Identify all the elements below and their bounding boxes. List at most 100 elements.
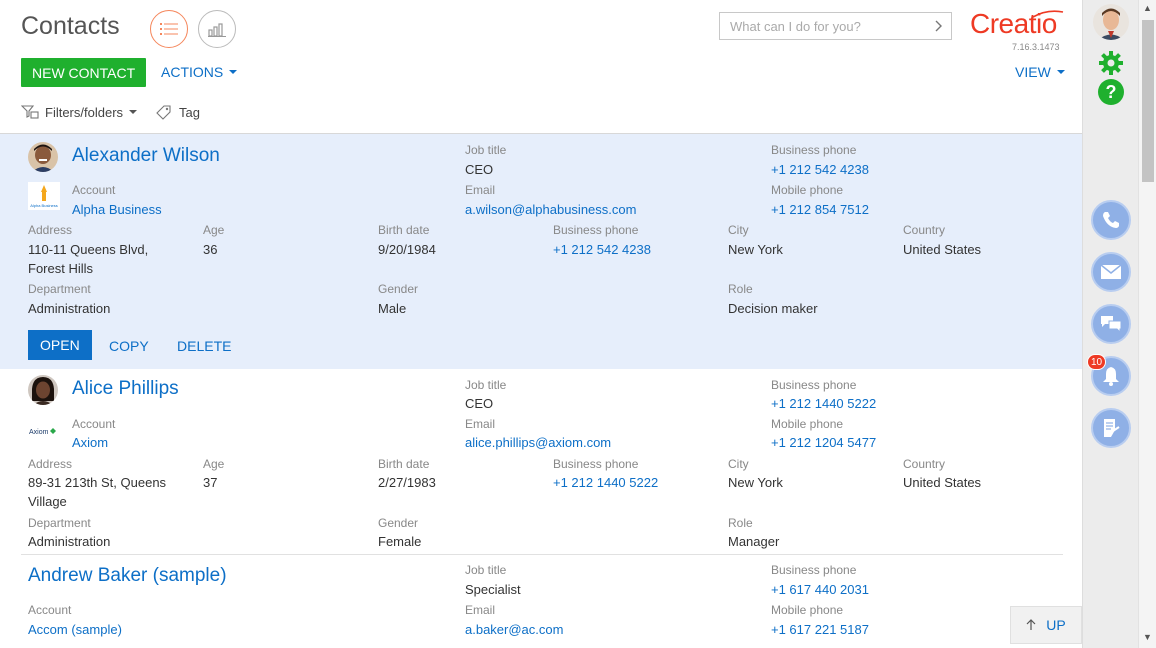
version-label: 7.16.3.1473 <box>1012 42 1060 52</box>
filters-folders-button[interactable]: Filters/folders <box>21 104 138 120</box>
list-icon <box>160 23 178 35</box>
job-title-label: Job title <box>465 143 507 157</box>
chat-icon <box>1101 316 1122 334</box>
arrow-up-icon <box>1026 619 1036 630</box>
birth-date-label: Birth date <box>378 223 430 237</box>
scroll-up-arrow-icon[interactable]: ▲ <box>1143 3 1152 13</box>
actions-menu-button[interactable]: ACTIONS <box>161 64 238 80</box>
age-label: Age <box>203 223 225 237</box>
mobile-phone-link[interactable]: +1 212 854 7512 <box>771 200 869 219</box>
job-title-label: Job title <box>465 563 507 577</box>
filter-icon <box>21 105 39 119</box>
country-label: Country <box>903 457 946 471</box>
role-value: Decision maker <box>728 301 818 316</box>
view-menu-button[interactable]: VIEW <box>1015 64 1065 80</box>
email-label: Email <box>465 417 496 431</box>
new-contact-button[interactable]: NEW CONTACT <box>21 58 147 87</box>
department-value: Administration <box>28 534 111 549</box>
city-label: City <box>728 457 749 471</box>
country-value: United States <box>903 242 982 257</box>
document-icon <box>1104 419 1120 437</box>
envelope-icon <box>1100 264 1122 279</box>
business-phone-link[interactable]: +1 212 542 4238 <box>771 160 869 179</box>
email-link[interactable]: a.wilson@alphabusiness.com <box>465 200 636 219</box>
tag-icon <box>156 105 171 120</box>
business-phone-label: Business phone <box>771 563 857 577</box>
list-item[interactable]: Alice Phillips Job title CEO Business ph… <box>0 369 1082 555</box>
phone-button[interactable] <box>1091 200 1131 240</box>
email-label: Email <box>465 183 496 197</box>
copy-button[interactable]: COPY <box>109 338 149 354</box>
gender-label: Gender <box>378 516 419 530</box>
caret-down-icon <box>1056 70 1065 74</box>
mobile-phone-link[interactable]: +1 617 221 5187 <box>771 620 869 639</box>
job-title-value: Specialist <box>465 582 521 597</box>
mobile-phone-label: Mobile phone <box>771 603 844 617</box>
tag-label: Tag <box>179 104 200 120</box>
business-phone-label: Business phone <box>771 378 857 392</box>
business-phone-link[interactable]: +1 212 1440 5222 <box>553 473 658 492</box>
list-item[interactable]: Andrew Baker (sample) Job title Speciali… <box>0 555 1082 648</box>
communication-panel: ? 10 <box>1082 0 1138 648</box>
delete-button[interactable]: DELETE <box>177 338 231 354</box>
account-label: Account <box>72 417 116 431</box>
birth-date-label: Birth date <box>378 457 430 471</box>
country-label: Country <box>903 223 946 237</box>
tag-button[interactable]: Tag <box>155 104 200 120</box>
address-label: Address <box>28 457 73 471</box>
role-label: Role <box>728 282 753 296</box>
bar-chart-icon <box>208 23 226 37</box>
avatar <box>28 142 58 172</box>
department-value: Administration <box>28 301 111 316</box>
gender-value: Female <box>378 534 422 549</box>
chat-button[interactable] <box>1091 304 1131 344</box>
contact-name-link[interactable]: Alice Phillips <box>72 378 179 400</box>
age-label: Age <box>203 457 225 471</box>
contact-name-link[interactable]: Alexander Wilson <box>72 145 220 167</box>
logo-swoosh-icon <box>1032 10 1064 18</box>
vertical-scrollbar[interactable]: ▲ ▼ <box>1138 0 1156 648</box>
account-link[interactable]: Alpha Business <box>72 200 162 219</box>
up-label: UP <box>1046 617 1066 633</box>
address-value: 110-11 Queens Blvd, Forest Hills <box>28 242 149 276</box>
gender-value: Male <box>378 301 407 316</box>
business-phone-link[interactable]: +1 212 542 4238 <box>553 240 651 259</box>
birth-date-value: 9/20/1984 <box>378 242 436 257</box>
city-label: City <box>728 223 749 237</box>
bell-icon <box>1103 367 1119 386</box>
account-link[interactable]: Accom (sample) <box>28 620 122 639</box>
email-link[interactable]: alice.phillips@axiom.com <box>465 433 611 452</box>
job-title-value: CEO <box>465 162 494 177</box>
account-link[interactable]: Axiom <box>72 433 108 452</box>
account-logo: Alpha Business <box>28 182 60 210</box>
scroll-down-arrow-icon[interactable]: ▼ <box>1143 632 1152 642</box>
user-profile-avatar[interactable] <box>1093 4 1129 40</box>
analytics-view-toggle[interactable] <box>198 10 236 48</box>
help-icon[interactable]: ? <box>1098 79 1124 105</box>
feed-button[interactable] <box>1091 408 1131 448</box>
scrollbar-thumb[interactable] <box>1142 20 1154 182</box>
scroll-up-button[interactable]: UP <box>1010 606 1082 644</box>
main-area: Contacts Creatio 7.16.3.1473 NEW CONTACT… <box>0 0 1082 648</box>
chevron-right-icon[interactable] <box>927 13 951 39</box>
contact-name-link[interactable]: Andrew Baker (sample) <box>28 565 227 587</box>
mobile-phone-link[interactable]: +1 212 1204 5477 <box>771 433 876 452</box>
email-button[interactable] <box>1091 252 1131 292</box>
caret-down-icon <box>129 110 138 114</box>
age-value: 36 <box>203 242 218 257</box>
business-phone-link[interactable]: +1 212 1440 5222 <box>771 394 876 413</box>
country-value: United States <box>903 475 982 490</box>
address-value: 89-31 213th St, Queens Village <box>28 475 167 509</box>
gear-icon[interactable] <box>1098 50 1124 76</box>
open-button[interactable]: OPEN <box>28 330 92 360</box>
business-phone-link[interactable]: +1 617 440 2031 <box>771 580 869 599</box>
search-input[interactable] <box>720 18 927 34</box>
notifications-count-badge: 10 <box>1087 354 1107 370</box>
list-view-toggle[interactable] <box>150 10 188 48</box>
list-item[interactable]: Alexander Wilson Job title CEO Business … <box>0 134 1082 369</box>
job-title-value: CEO <box>465 396 494 411</box>
command-search[interactable] <box>719 12 952 40</box>
phone-icon <box>1103 212 1119 228</box>
email-link[interactable]: a.baker@ac.com <box>465 620 563 639</box>
birth-date-value: 2/27/1983 <box>378 475 436 490</box>
